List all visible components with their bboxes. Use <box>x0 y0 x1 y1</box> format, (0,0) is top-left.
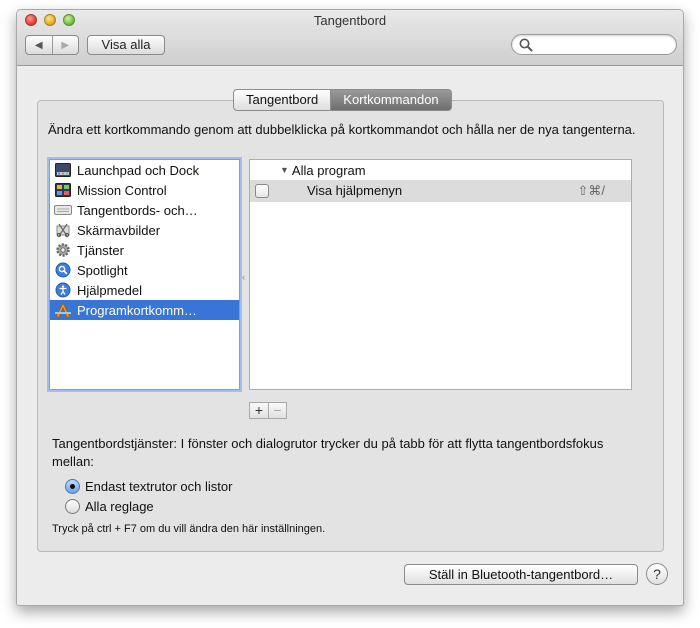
chevron-left-icon: ◀ <box>34 39 43 51</box>
accessibility-icon <box>54 282 72 298</box>
category-list[interactable]: Launchpad och Dock Mission Control Tange… <box>49 159 240 390</box>
keyboard-access-description: Tangentbordstjänster: I fönster och dial… <box>52 436 604 469</box>
help-button[interactable]: ? <box>646 563 668 585</box>
keyboard-icon <box>54 202 72 218</box>
search-icon <box>519 38 533 52</box>
shortcut-enabled-checkbox[interactable] <box>255 184 269 198</box>
add-remove-buttons: + − <box>249 402 287 419</box>
tab-keyboard[interactable]: Tangentbord <box>233 89 332 111</box>
radio-text-boxes-and-lists[interactable]: Endast textrutor och listor <box>65 477 232 495</box>
add-shortcut-button[interactable]: + <box>250 403 268 418</box>
instructions-text: Ändra ett kortkommando genom att dubbelk… <box>48 122 636 137</box>
category-label: Skärmavbilder <box>77 222 161 238</box>
launchpad-dock-icon <box>54 162 72 178</box>
category-item-accessibility[interactable]: Hjälpmedel <box>50 280 239 300</box>
title-bar: Tangentbord ◀ ▶ Visa alla <box>17 10 683 66</box>
setup-bluetooth-keyboard-button[interactable]: Ställ in Bluetooth-tangentbord… <box>404 564 638 585</box>
shortcut-row[interactable]: Visa hjälpmenyn ⇧⌘/ <box>250 180 631 202</box>
show-all-button[interactable]: Visa alla <box>87 35 165 55</box>
category-item-mission-control[interactable]: Mission Control <box>50 180 239 200</box>
shortcut-group-label: Alla program <box>291 162 366 178</box>
screenshot-icon <box>54 222 72 238</box>
mission-control-icon <box>54 182 72 198</box>
category-label: Hjälpmedel <box>77 282 143 298</box>
category-label: Mission Control <box>77 182 167 198</box>
tab-shortcuts[interactable]: Kortkommandon <box>331 89 452 111</box>
category-label: Launchpad och Dock <box>77 162 200 178</box>
gear-icon <box>54 242 72 258</box>
preferences-window: Tangentbord ◀ ▶ Visa alla Tangentbord Ko… <box>16 9 684 606</box>
category-label: Tangentbords- och… <box>77 202 198 218</box>
keyboard-access-hint: Tryck på ctrl + F7 om du vill ändra den … <box>52 523 326 535</box>
search-field[interactable] <box>511 34 677 55</box>
shortcut-group-all-apps[interactable]: ▼ Alla program <box>250 160 631 180</box>
category-label: Spotlight <box>77 262 128 278</box>
spotlight-icon <box>54 262 72 278</box>
back-button[interactable]: ◀ <box>26 36 52 54</box>
shortcut-list[interactable]: ▼ Alla program Visa hjälpmenyn ⇧⌘/ <box>249 159 632 390</box>
remove-shortcut-button[interactable]: − <box>268 403 286 418</box>
search-input[interactable] <box>536 36 670 53</box>
disclosure-triangle-icon[interactable]: ▼ <box>280 165 289 175</box>
category-item-keyboard[interactable]: Tangentbords- och… <box>50 200 239 220</box>
shortcut-keys[interactable]: ⇧⌘/ <box>577 183 605 199</box>
tab-bar: Tangentbord Kortkommandon <box>233 89 452 111</box>
forward-button[interactable]: ▶ <box>51 36 79 54</box>
radio-all-controls[interactable]: Alla reglage <box>65 497 154 515</box>
chevron-right-icon: ▶ <box>61 39 70 51</box>
category-label: Programkortkomm… <box>77 302 197 318</box>
category-label: Tjänster <box>77 242 124 258</box>
radio-button[interactable] <box>65 498 80 514</box>
radio-button[interactable] <box>65 478 80 494</box>
category-item-app-shortcuts[interactable]: Programkortkomm… <box>50 300 239 320</box>
category-item-launchpad-dock[interactable]: Launchpad och Dock <box>50 160 239 180</box>
window-title: Tangentbord <box>313 13 387 28</box>
split-view-handle[interactable]: ‹ <box>242 272 245 282</box>
back-forward-buttons: ◀ ▶ <box>25 35 79 55</box>
category-item-spotlight[interactable]: Spotlight <box>50 260 239 280</box>
app-shortcuts-icon <box>54 302 72 318</box>
radio-label: Endast textrutor och listor <box>85 478 233 494</box>
shortcut-name: Visa hjälpmenyn <box>307 183 403 198</box>
category-item-screenshots[interactable]: Skärmavbilder <box>50 220 239 240</box>
radio-label: Alla reglage <box>85 498 154 514</box>
category-item-services[interactable]: Tjänster <box>50 240 239 260</box>
